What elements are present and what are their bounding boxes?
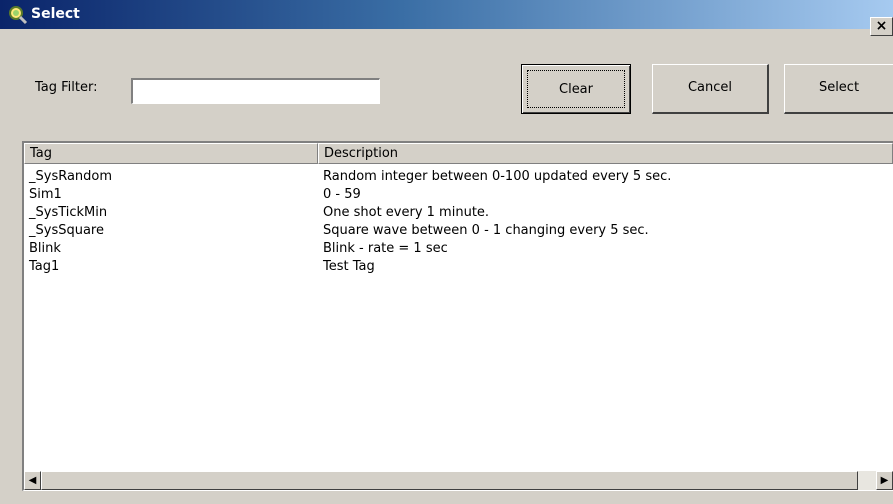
tag-cell: Sim1 [29, 187, 62, 202]
tag-cell: Blink [29, 241, 61, 256]
tag-cell: _SysRandom [29, 169, 113, 184]
close-button[interactable]: × [870, 17, 893, 36]
table-row[interactable]: _SysTickMin One shot every 1 minute. [24, 204, 893, 222]
tag-cell: Tag1 [29, 259, 60, 274]
clear-button[interactable]: Clear [521, 64, 631, 114]
scroll-right-icon[interactable]: ▶ [876, 471, 893, 490]
description-cell: Random integer between 0-100 updated eve… [323, 169, 672, 184]
clear-button-label: Clear [527, 70, 625, 108]
list-header: Tag Description [24, 143, 893, 164]
table-row[interactable]: _SysRandom Random integer between 0-100 … [24, 168, 893, 186]
search-tag-icon [9, 6, 28, 25]
table-row[interactable]: _SysSquare Square wave between 0 - 1 cha… [24, 222, 893, 240]
select-button[interactable]: Select [784, 64, 893, 114]
tag-filter-input[interactable] [131, 78, 380, 104]
title-bar[interactable]: Select [0, 0, 893, 29]
description-cell: 0 - 59 [323, 187, 361, 202]
table-row[interactable]: Tag1 Test Tag [24, 258, 893, 276]
tag-cell: _SysSquare [29, 223, 104, 238]
table-row[interactable]: Sim1 0 - 59 [24, 186, 893, 204]
description-cell: Test Tag [323, 259, 375, 274]
description-cell: One shot every 1 minute. [323, 205, 490, 220]
tag-cell: _SysTickMin [29, 205, 108, 220]
column-header-tag[interactable]: Tag [24, 143, 318, 164]
column-header-description[interactable]: Description [318, 143, 893, 164]
description-cell: Blink - rate = 1 sec [323, 241, 448, 256]
horizontal-scrollbar[interactable]: ◀ ▶ [24, 471, 893, 490]
cancel-button[interactable]: Cancel [652, 64, 769, 114]
list-rows: _SysRandom Random integer between 0-100 … [24, 168, 893, 276]
scroll-left-icon[interactable]: ◀ [24, 471, 41, 490]
window-title: Select [31, 6, 80, 22]
table-row[interactable]: Blink Blink - rate = 1 sec [24, 240, 893, 258]
tag-list[interactable]: Tag Description _SysRandom Random intege… [22, 141, 893, 491]
description-cell: Square wave between 0 - 1 changing every… [323, 223, 649, 238]
tag-filter-label: Tag Filter: [35, 80, 98, 95]
scrollbar-thumb[interactable] [41, 471, 858, 490]
